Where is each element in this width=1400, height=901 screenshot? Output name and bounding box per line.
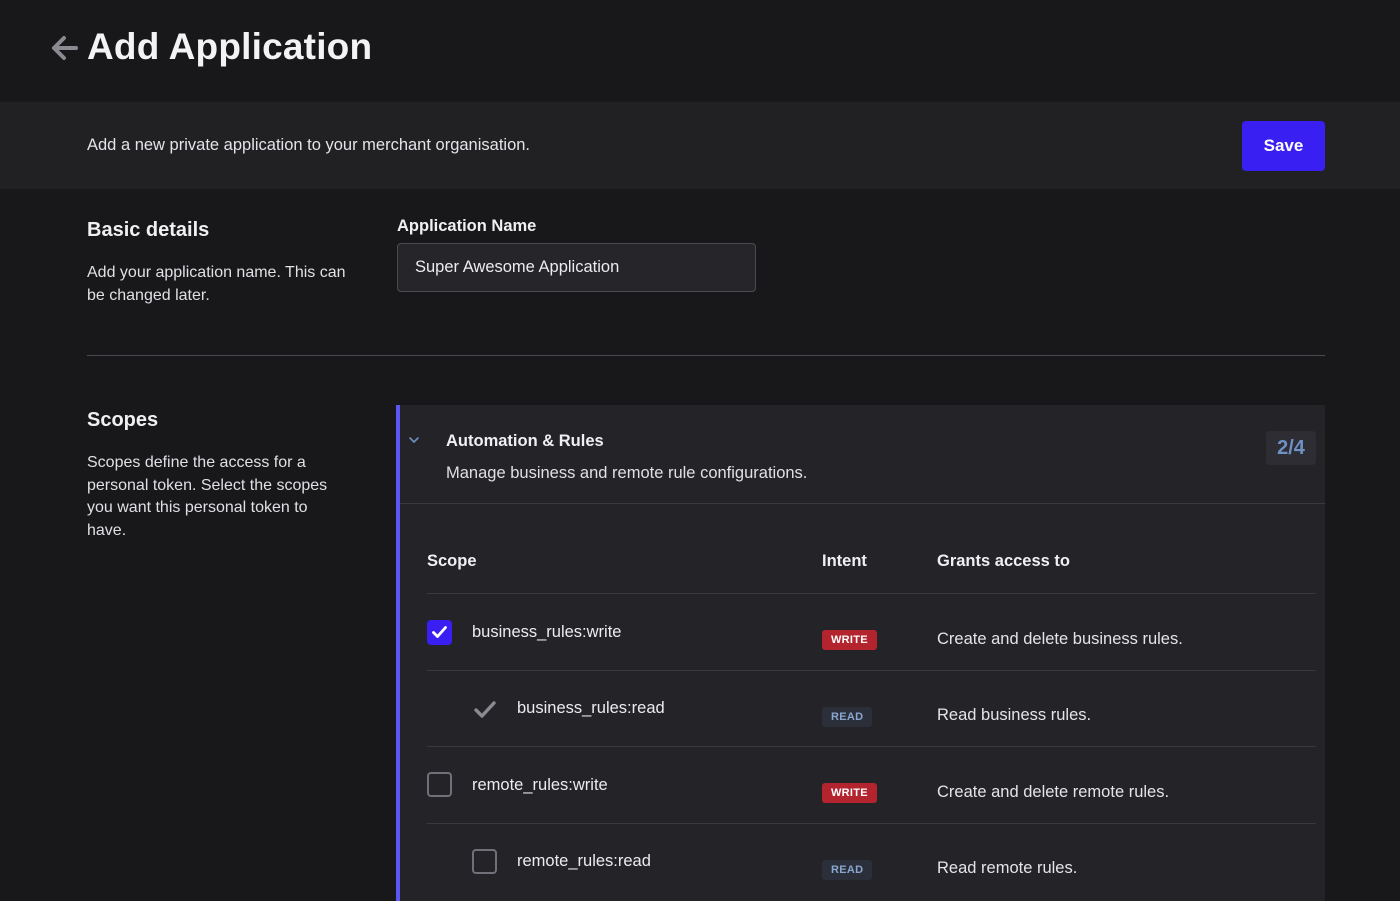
page-description: Add a new private application to your me… [87,136,531,154]
grant-description: Create and delete business rules. [937,630,1183,648]
scope-group-header[interactable]: Automation & Rules Manage business and r… [400,405,1325,504]
grant-description: Create and delete remote rules. [937,783,1170,801]
scope-checkbox-remote-rules-write[interactable] [427,772,452,797]
scope-name: business_rules:read [517,699,665,717]
scopes-title: Scopes [87,409,159,431]
application-name-label: Application Name [397,217,537,235]
application-name-input[interactable] [397,243,756,292]
intent-badge-write: WRITE [822,783,877,803]
arrow-left-icon[interactable] [50,34,78,62]
scope-checkbox-business-rules-write[interactable] [427,620,452,645]
column-header-scope: Scope [427,552,477,570]
top-header: Add Application [0,0,1400,102]
scope-group-description: Manage business and remote rule configur… [446,464,808,482]
row-separator [427,823,1316,824]
column-header-grants: Grants access to [937,552,1070,570]
grant-description: Read business rules. [937,706,1092,724]
scope-checkbox-remote-rules-read[interactable] [472,849,497,874]
row-separator [427,670,1316,671]
page-title: Add Application [87,26,373,67]
intent-badge-read: READ [822,707,873,727]
intent-badge-write: WRITE [822,630,877,650]
scope-group-title: Automation & Rules [446,432,604,450]
save-button[interactable]: Save [1242,121,1325,171]
scope-name: business_rules:write [472,623,622,641]
scope-count-badge: 2/4 [1266,431,1316,465]
row-separator [427,593,1316,594]
basic-details-description: Add your application name. This can be c… [87,264,346,304]
grant-description: Read remote rules. [937,859,1078,877]
scope-name: remote_rules:write [472,776,608,794]
column-header-intent: Intent [822,552,867,570]
section-divider [87,355,1325,356]
scopes-description: Scopes define the access for a personal … [87,454,328,539]
basic-details-title: Basic details [87,219,210,241]
scope-group-panel: Automation & Rules Manage business and r… [396,405,1325,901]
scope-name: remote_rules:read [517,852,651,870]
checkmark-icon [432,626,447,638]
row-separator [427,746,1316,747]
intent-badge-read: READ [822,860,873,880]
implied-check-icon [474,701,496,718]
chevron-down-icon[interactable] [408,435,420,445]
